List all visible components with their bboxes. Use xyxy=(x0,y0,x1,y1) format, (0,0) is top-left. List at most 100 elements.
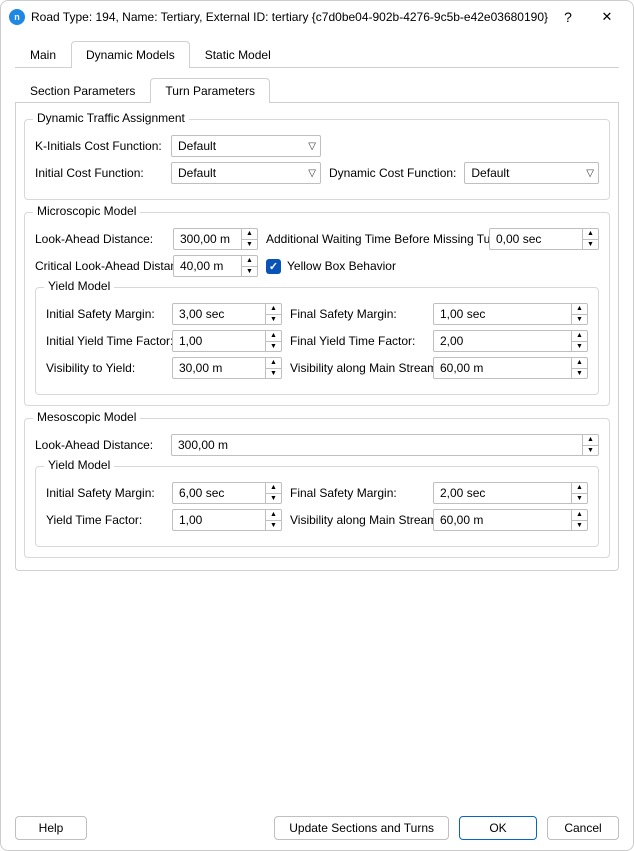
group-micro-yield-model: Yield Model Initial Safety Margin: 3,00 … xyxy=(35,287,599,395)
spinner-value: 3,00 sec xyxy=(173,307,265,321)
checkbox-checked-icon: ✓ xyxy=(266,259,281,274)
initial-cost-function-label: Initial Cost Function: xyxy=(35,166,163,180)
tab-dynamic-models[interactable]: Dynamic Models xyxy=(71,41,190,68)
turn-parameters-panel: Dynamic Traffic Assignment K-Initials Co… xyxy=(15,103,619,571)
final-safety-margin-label: Final Safety Margin: xyxy=(290,307,425,321)
spinner-value: 30,00 m xyxy=(173,361,265,375)
dynamic-cost-function-label: Dynamic Cost Function: xyxy=(329,166,456,180)
checkbox-label: Yellow Box Behavior xyxy=(287,259,396,273)
spinner-value: 0,00 sec xyxy=(490,232,582,246)
k-initials-cost-function-combo[interactable]: Default ▽ xyxy=(171,135,321,157)
meso-initial-safety-margin-spinner[interactable]: 6,00 sec ▲▼ xyxy=(172,482,282,504)
spinner-value: 60,00 m xyxy=(434,361,571,375)
button-bar: Help Update Sections and Turns OK Cancel xyxy=(1,816,633,840)
spinner-value: 2,00 sec xyxy=(434,486,571,500)
spinner-arrows[interactable]: ▲▼ xyxy=(265,331,281,351)
sub-tab-section-parameters[interactable]: Section Parameters xyxy=(15,78,150,103)
spinner-arrows[interactable]: ▲▼ xyxy=(241,256,257,276)
spinner-arrows[interactable]: ▲▼ xyxy=(571,331,587,351)
spinner-value: 40,00 m xyxy=(174,259,241,273)
group-dynamic-traffic-assignment: Dynamic Traffic Assignment K-Initials Co… xyxy=(24,119,610,200)
combo-value: Default xyxy=(178,166,216,180)
meso-final-safety-margin-label: Final Safety Margin: xyxy=(290,486,425,500)
spinner-arrows[interactable]: ▲▼ xyxy=(582,435,598,455)
spinner-value: 6,00 sec xyxy=(173,486,265,500)
combo-value: Default xyxy=(471,166,509,180)
additional-waiting-time-spinner[interactable]: 0,00 sec ▲▼ xyxy=(489,228,599,250)
spinner-value: 1,00 xyxy=(173,513,265,527)
yellow-box-behavior-checkbox[interactable]: ✓ Yellow Box Behavior xyxy=(266,259,396,274)
spinner-arrows[interactable]: ▲▼ xyxy=(265,483,281,503)
k-initials-cost-function-label: K-Initials Cost Function: xyxy=(35,139,163,153)
visibility-main-stream-spinner[interactable]: 60,00 m ▲▼ xyxy=(433,357,588,379)
look-ahead-distance-spinner[interactable]: 300,00 m ▲▼ xyxy=(173,228,258,250)
meso-look-ahead-distance-spinner[interactable]: 300,00 m ▲▼ xyxy=(171,434,599,456)
visibility-main-stream-label: Visibility along Main Stream: xyxy=(290,361,425,375)
meso-look-ahead-distance-label: Look-Ahead Distance: xyxy=(35,438,163,452)
cancel-button[interactable]: Cancel xyxy=(547,816,619,840)
titlebar: n Road Type: 194, Name: Tertiary, Extern… xyxy=(1,1,633,33)
spinner-value: 300,00 m xyxy=(174,232,241,246)
help-icon-button[interactable]: ? xyxy=(551,1,585,33)
spinner-value: 1,00 sec xyxy=(434,307,571,321)
group-legend: Yield Model xyxy=(44,458,114,472)
meso-final-safety-margin-spinner[interactable]: 2,00 sec ▲▼ xyxy=(433,482,588,504)
group-legend: Yield Model xyxy=(44,279,114,293)
spinner-arrows[interactable]: ▲▼ xyxy=(241,229,257,249)
spinner-value: 60,00 m xyxy=(434,513,571,527)
content: Section Parameters Turn Parameters Dynam… xyxy=(15,78,619,571)
group-legend: Mesoscopic Model xyxy=(33,410,140,424)
help-button[interactable]: Help xyxy=(15,816,87,840)
visibility-to-yield-spinner[interactable]: 30,00 m ▲▼ xyxy=(172,357,282,379)
group-meso-yield-model: Yield Model Initial Safety Margin: 6,00 … xyxy=(35,466,599,547)
spinner-arrows[interactable]: ▲▼ xyxy=(571,483,587,503)
spinner-value: 300,00 m xyxy=(172,438,582,452)
visibility-to-yield-label: Visibility to Yield: xyxy=(46,361,164,375)
window-title: Road Type: 194, Name: Tertiary, External… xyxy=(31,10,551,24)
final-yield-time-factor-spinner[interactable]: 2,00 ▲▼ xyxy=(433,330,588,352)
group-legend: Dynamic Traffic Assignment xyxy=(33,111,189,125)
group-legend: Microscopic Model xyxy=(33,204,140,218)
final-yield-time-factor-label: Final Yield Time Factor: xyxy=(290,334,425,348)
meso-yield-time-factor-spinner[interactable]: 1,00 ▲▼ xyxy=(172,509,282,531)
critical-look-ahead-distance-label: Critical Look-Ahead Distance: xyxy=(35,259,165,273)
chevron-down-icon: ▽ xyxy=(586,168,594,179)
chevron-down-icon: ▽ xyxy=(308,141,316,152)
app-icon: n xyxy=(9,9,25,25)
close-button[interactable]: ✕ xyxy=(585,1,629,33)
final-safety-margin-spinner[interactable]: 1,00 sec ▲▼ xyxy=(433,303,588,325)
initial-safety-margin-label: Initial Safety Margin: xyxy=(46,307,164,321)
dynamic-cost-function-combo[interactable]: Default ▽ xyxy=(464,162,599,184)
meso-visibility-main-stream-label: Visibility along Main Stream: xyxy=(290,513,425,527)
spinner-arrows[interactable]: ▲▼ xyxy=(571,304,587,324)
sub-tab-turn-parameters[interactable]: Turn Parameters xyxy=(150,78,270,103)
meso-visibility-main-stream-spinner[interactable]: 60,00 m ▲▼ xyxy=(433,509,588,531)
spinner-arrows[interactable]: ▲▼ xyxy=(571,510,587,530)
spinner-arrows[interactable]: ▲▼ xyxy=(582,229,598,249)
group-microscopic-model: Microscopic Model Look-Ahead Distance: 3… xyxy=(24,212,610,406)
additional-waiting-time-label: Additional Waiting Time Before Missing T… xyxy=(266,232,481,246)
top-tabs: Main Dynamic Models Static Model xyxy=(15,41,619,68)
spinner-value: 2,00 xyxy=(434,334,571,348)
initial-yield-time-factor-label: Initial Yield Time Factor: xyxy=(46,334,164,348)
spinner-arrows[interactable]: ▲▼ xyxy=(265,510,281,530)
tab-main[interactable]: Main xyxy=(15,41,71,68)
initial-safety-margin-spinner[interactable]: 3,00 sec ▲▼ xyxy=(172,303,282,325)
initial-yield-time-factor-spinner[interactable]: 1,00 ▲▼ xyxy=(172,330,282,352)
chevron-down-icon: ▽ xyxy=(308,168,316,179)
look-ahead-distance-label: Look-Ahead Distance: xyxy=(35,232,165,246)
meso-initial-safety-margin-label: Initial Safety Margin: xyxy=(46,486,164,500)
combo-value: Default xyxy=(178,139,216,153)
ok-button[interactable]: OK xyxy=(459,816,537,840)
update-sections-turns-button[interactable]: Update Sections and Turns xyxy=(274,816,449,840)
critical-look-ahead-distance-spinner[interactable]: 40,00 m ▲▼ xyxy=(173,255,258,277)
spinner-value: 1,00 xyxy=(173,334,265,348)
spinner-arrows[interactable]: ▲▼ xyxy=(265,358,281,378)
initial-cost-function-combo[interactable]: Default ▽ xyxy=(171,162,321,184)
tab-static-model[interactable]: Static Model xyxy=(190,41,286,68)
group-mesoscopic-model: Mesoscopic Model Look-Ahead Distance: 30… xyxy=(24,418,610,558)
spinner-arrows[interactable]: ▲▼ xyxy=(265,304,281,324)
sub-tabs: Section Parameters Turn Parameters xyxy=(15,78,619,103)
spinner-arrows[interactable]: ▲▼ xyxy=(571,358,587,378)
meso-yield-time-factor-label: Yield Time Factor: xyxy=(46,513,164,527)
